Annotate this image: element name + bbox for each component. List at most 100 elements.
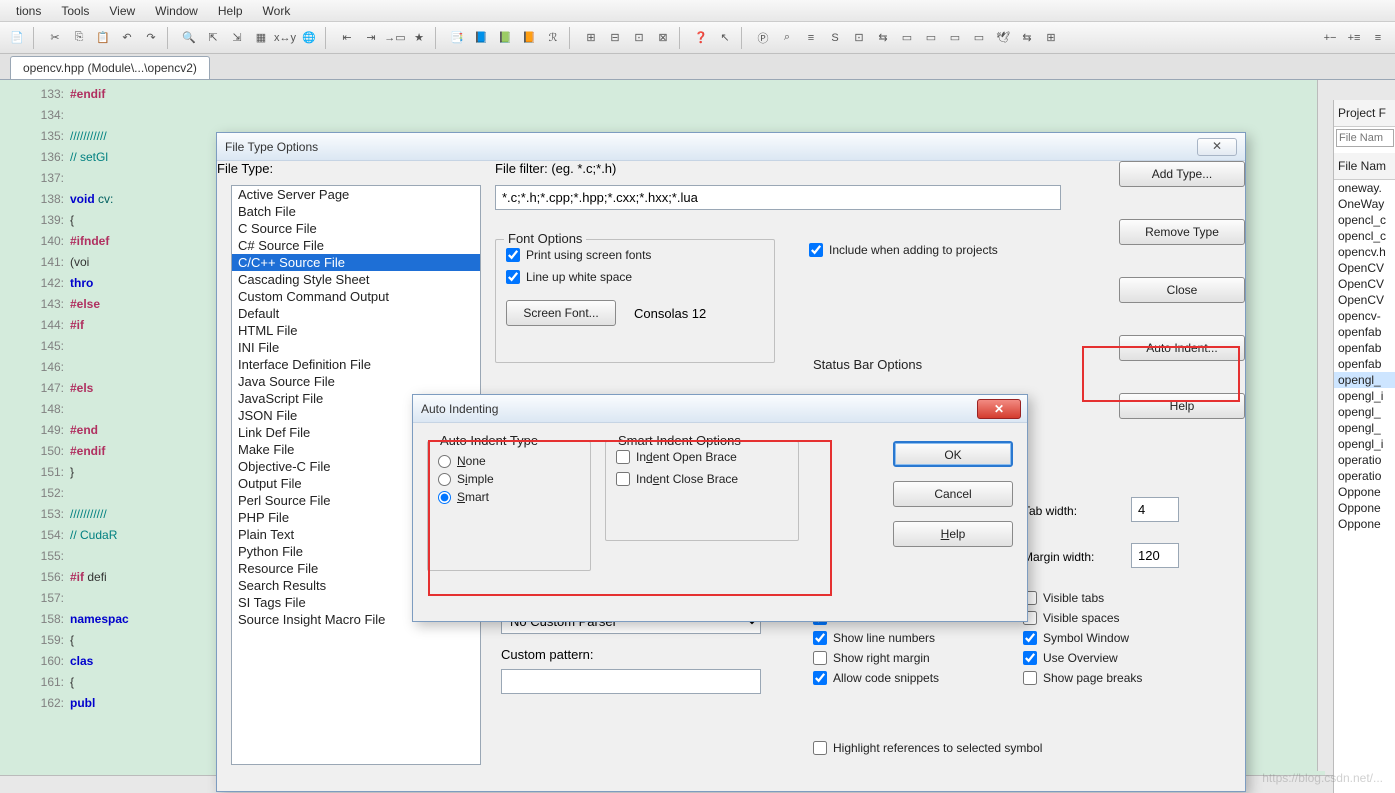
toolbar-btn[interactable]: ▭ <box>920 27 942 49</box>
toolbar-btn[interactable]: ⇆ <box>1016 27 1038 49</box>
toolbar-btn[interactable]: ⊠ <box>652 27 674 49</box>
redo-icon[interactable]: ↷ <box>140 27 162 49</box>
file-type-item[interactable]: INI File <box>232 339 480 356</box>
toolbar-btn[interactable]: 🔍 <box>178 27 200 49</box>
menu-item[interactable]: Window <box>145 4 208 18</box>
close-button[interactable]: Close <box>1119 277 1245 303</box>
project-file-item[interactable]: operatio <box>1334 468 1395 484</box>
project-file-item[interactable]: openfab <box>1334 356 1395 372</box>
project-file-item[interactable]: OneWay <box>1334 196 1395 212</box>
project-file-item[interactable]: Oppone <box>1334 500 1395 516</box>
toolbar-btn[interactable]: ❓ <box>690 27 712 49</box>
add-type-button[interactable]: Add Type... <box>1119 161 1245 187</box>
visible-spaces-checkbox[interactable]: Visible spaces <box>1023 611 1142 625</box>
help-button[interactable]: Help <box>1119 393 1245 419</box>
project-file-item[interactable]: opencl_c <box>1334 212 1395 228</box>
project-file-item[interactable]: oneway. <box>1334 180 1395 196</box>
menu-item[interactable]: tions <box>6 4 51 18</box>
cut-icon[interactable]: ✂ <box>44 27 66 49</box>
project-file-item[interactable]: Oppone <box>1334 484 1395 500</box>
print-screen-fonts-checkbox[interactable]: Print using screen fonts <box>506 248 764 262</box>
toolbar-btn[interactable]: ⇆ <box>872 27 894 49</box>
project-file-item[interactable]: OpenCV <box>1334 292 1395 308</box>
file-type-item[interactable]: C/C++ Source File <box>232 254 480 271</box>
indent-close-brace-checkbox[interactable]: Indent Close Brace <box>616 472 788 486</box>
indent-none-radio[interactable]: None <box>438 454 580 468</box>
document-tab[interactable]: opencv.hpp (Module\...\opencv2) <box>10 56 210 79</box>
toolbar-btn[interactable]: ⌕ <box>776 27 798 49</box>
file-type-item[interactable]: Java Source File <box>232 373 480 390</box>
file-type-item[interactable]: Interface Definition File <box>232 356 480 373</box>
toolbar-btn[interactable]: ⊟ <box>604 27 626 49</box>
menu-item[interactable]: Work <box>253 4 301 18</box>
allow-snippets-checkbox[interactable]: Allow code snippets <box>813 671 954 685</box>
toolbar-btn[interactable]: ≡ <box>1367 27 1389 49</box>
toolbar-btn[interactable]: ▦ <box>250 27 272 49</box>
toolbar-btn[interactable]: ↖ <box>714 27 736 49</box>
project-file-item[interactable]: Oppone <box>1334 516 1395 532</box>
indent-smart-radio[interactable]: Smart <box>438 490 580 504</box>
cancel-button[interactable]: Cancel <box>893 481 1013 507</box>
project-file-item[interactable]: openfab <box>1334 340 1395 356</box>
file-type-item[interactable]: Custom Command Output <box>232 288 480 305</box>
toolbar-btn[interactable]: ★ <box>408 27 430 49</box>
toolbar-btn[interactable]: 📄 <box>6 27 28 49</box>
file-type-item[interactable]: C# Source File <box>232 237 480 254</box>
toolbar-btn[interactable]: x↔y <box>274 27 296 49</box>
screen-font-button[interactable]: Screen Font... <box>506 300 616 326</box>
tab-width-input[interactable] <box>1131 497 1179 522</box>
menu-item[interactable]: Help <box>208 4 253 18</box>
highlight-refs-checkbox[interactable]: Highlight references to selected symbol <box>813 741 1042 755</box>
toolbar-btn[interactable]: ⇱ <box>202 27 224 49</box>
use-overview-checkbox[interactable]: Use Overview <box>1023 651 1142 665</box>
project-file-item[interactable]: opengl_ <box>1334 420 1395 436</box>
copy-icon[interactable]: ⎘ <box>68 27 90 49</box>
toolbar-btn[interactable]: +− <box>1319 27 1341 49</box>
file-type-item[interactable]: C Source File <box>232 220 480 237</box>
toolbar-btn[interactable]: ▭ <box>968 27 990 49</box>
show-right-margin-checkbox[interactable]: Show right margin <box>813 651 954 665</box>
toolbar-btn[interactable]: 📗 <box>494 27 516 49</box>
toolbar-btn[interactable]: S <box>824 27 846 49</box>
menu-item[interactable]: Tools <box>51 4 99 18</box>
project-file-item[interactable]: OpenCV <box>1334 276 1395 292</box>
margin-width-input[interactable] <box>1131 543 1179 568</box>
page-breaks-checkbox[interactable]: Show page breaks <box>1023 671 1142 685</box>
project-file-item[interactable]: opengl_ <box>1334 372 1395 388</box>
remove-type-button[interactable]: Remove Type <box>1119 219 1245 245</box>
project-file-item[interactable]: opencv.h <box>1334 244 1395 260</box>
file-type-item[interactable]: Batch File <box>232 203 480 220</box>
ok-button[interactable]: OK <box>893 441 1013 467</box>
project-filter-input[interactable] <box>1336 129 1394 147</box>
toolbar-btn[interactable]: ℛ <box>542 27 564 49</box>
help-button[interactable]: Help <box>893 521 1013 547</box>
project-file-item[interactable]: opencl_c <box>1334 228 1395 244</box>
indent-simple-radio[interactable]: Simple <box>438 472 580 486</box>
project-file-list[interactable]: oneway.OneWayopencl_copencl_copencv.hOpe… <box>1334 180 1395 532</box>
project-file-item[interactable]: opengl_ <box>1334 404 1395 420</box>
toolbar-btn[interactable]: 📑 <box>446 27 468 49</box>
toolbar-btn[interactable]: Ⓟ <box>752 27 774 49</box>
file-type-item[interactable]: Default <box>232 305 480 322</box>
file-type-item[interactable]: HTML File <box>232 322 480 339</box>
include-projects-checkbox[interactable]: Include when adding to projects <box>809 243 998 257</box>
project-file-item[interactable]: opengl_i <box>1334 388 1395 404</box>
file-filter-input[interactable] <box>495 185 1061 210</box>
toolbar-btn[interactable]: 🕊 <box>992 27 1014 49</box>
close-icon[interactable]: ✕ <box>1197 138 1237 156</box>
project-file-item[interactable]: openfab <box>1334 324 1395 340</box>
toolbar-btn[interactable]: ⇲ <box>226 27 248 49</box>
file-type-item[interactable]: Active Server Page <box>232 186 480 203</box>
visible-tabs-checkbox[interactable]: Visible tabs <box>1023 591 1142 605</box>
toolbar-btn[interactable]: ⊡ <box>848 27 870 49</box>
toolbar-btn[interactable]: 📘 <box>470 27 492 49</box>
toolbar-btn[interactable]: ⊞ <box>1040 27 1062 49</box>
custom-pattern-input[interactable] <box>501 669 761 694</box>
close-icon[interactable]: ✕ <box>977 399 1021 419</box>
toolbar-btn[interactable]: ⊞ <box>580 27 602 49</box>
symbol-window-checkbox[interactable]: Symbol Window <box>1023 631 1142 645</box>
paste-icon[interactable]: 📋 <box>92 27 114 49</box>
toolbar-btn[interactable]: 🌐 <box>298 27 320 49</box>
file-type-item[interactable]: Cascading Style Sheet <box>232 271 480 288</box>
show-line-numbers-checkbox[interactable]: Show line numbers <box>813 631 954 645</box>
